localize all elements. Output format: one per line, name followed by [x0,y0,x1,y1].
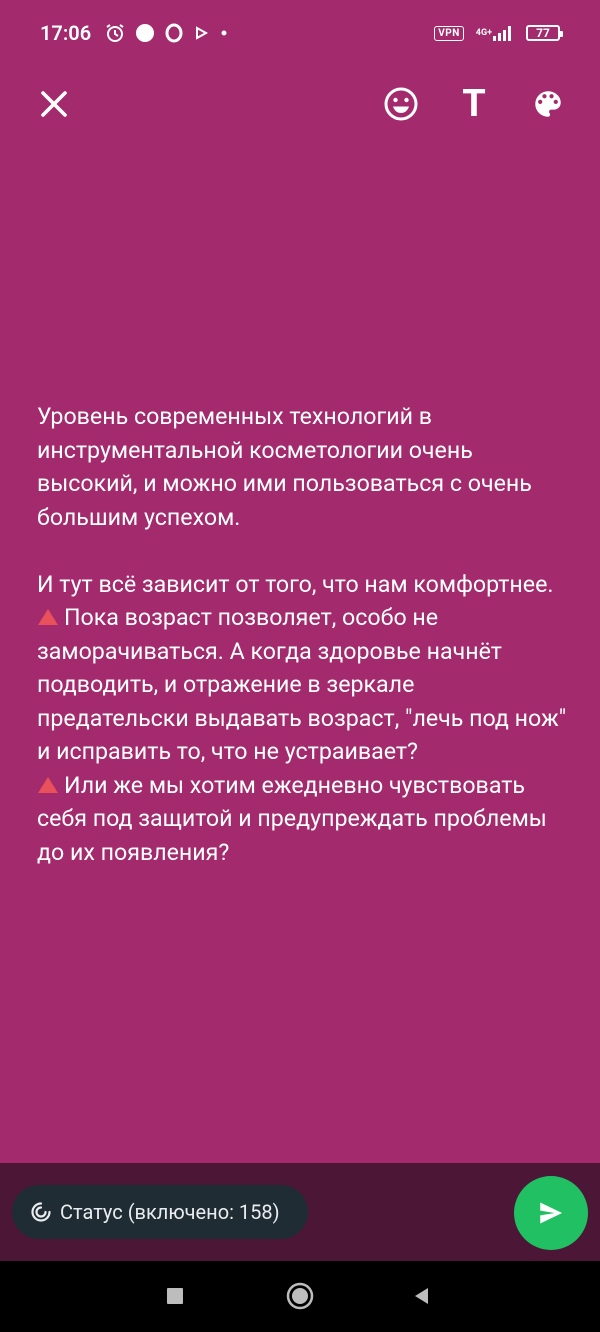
emoji-icon [384,87,418,121]
battery-icon: 77 [526,25,563,41]
recents-icon [167,1288,183,1304]
back-button[interactable] [402,1276,442,1316]
audience-label: Статус (включено: 158) [60,1200,280,1224]
send-button[interactable] [514,1176,588,1250]
red-triangle-icon [38,609,58,625]
close-button[interactable] [24,74,84,134]
clock: 17:06 [40,21,92,45]
text-style-button[interactable]: T [444,74,504,134]
back-icon [415,1288,428,1304]
paragraph-4: Или же мы хотим ежедневно чувствовать се… [37,770,547,866]
battery-level: 77 [536,26,550,40]
status-bar: 17:06 VPN 4G+ 77 [0,0,600,66]
home-icon [286,1282,314,1310]
send-icon [540,1202,563,1224]
bottom-bar: Статус (включено: 158) [0,1163,600,1261]
notification-dot-icon [135,23,155,43]
editor-toolbar: T [0,74,600,134]
status-text-body[interactable]: Уровень современных технологий в инструм… [37,400,567,869]
vpn-badge: VPN [434,25,464,41]
text-icon: T [462,82,486,126]
alarm-icon [105,23,125,43]
opera-icon [165,23,183,43]
system-nav-bar [0,1261,600,1332]
status-ring-icon [31,1202,51,1222]
paragraph-3: Пока возраст позволяет, особо не заморач… [37,603,567,765]
paragraph-2: И тут всё зависит от того, что нам комфо… [37,569,554,598]
network-type: 4G+ [475,27,492,38]
red-triangle-icon [38,776,58,793]
recents-button[interactable] [155,1276,195,1316]
home-button[interactable] [280,1276,320,1316]
close-icon [41,91,67,117]
palette-icon [535,91,561,117]
emoji-button[interactable] [371,74,431,134]
status-audience-button[interactable]: Статус (включено: 158) [12,1185,308,1239]
play-store-icon [193,25,209,41]
more-notifications-dot-icon [219,28,229,38]
signal-icon: 4G+ [476,25,514,41]
color-palette-button[interactable] [518,74,578,134]
paragraph-1: Уровень современных технологий в инструм… [37,402,532,531]
